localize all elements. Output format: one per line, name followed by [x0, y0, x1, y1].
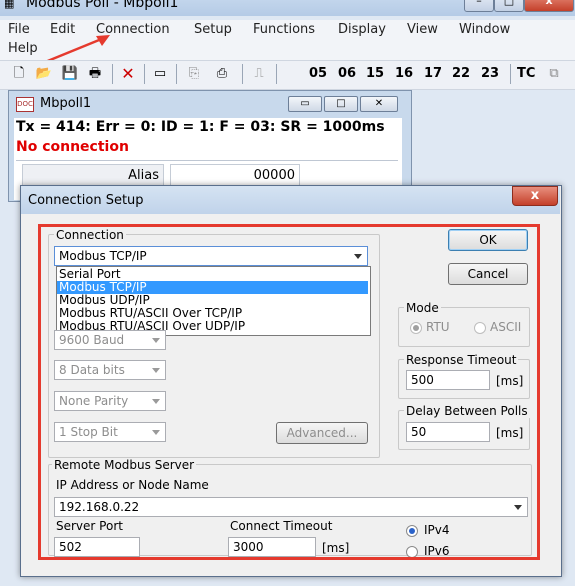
chart-icon[interactable]: ⧉: [544, 64, 564, 84]
func-15-button[interactable]: 15: [366, 64, 384, 84]
child-close-button[interactable]: ✕: [360, 96, 398, 112]
toolbar-separator: [276, 64, 277, 84]
child-minimize-button[interactable]: ▭: [288, 96, 322, 112]
func-06-button[interactable]: 06: [338, 64, 356, 84]
menu-setup[interactable]: Setup: [194, 22, 232, 37]
toolbar-separator: [510, 64, 511, 84]
app-title: Modbus Poll - Mbpoll1: [26, 0, 179, 11]
menu-connection[interactable]: Connection: [96, 22, 170, 37]
func-05-button[interactable]: 05: [309, 64, 327, 84]
app-icon: ▦: [4, 0, 15, 10]
toolbar-separator: [176, 64, 177, 84]
func-22-button[interactable]: 22: [452, 64, 470, 84]
register-value-cell[interactable]: 00000: [170, 164, 300, 186]
func-16-button[interactable]: 16: [395, 64, 413, 84]
maximize-button[interactable]: □: [494, 0, 524, 12]
menu-display[interactable]: Display: [338, 22, 386, 37]
disconnect-icon[interactable]: ⎙: [212, 64, 232, 84]
delete-icon[interactable]: ✕: [118, 64, 138, 84]
highlight-frame: [38, 224, 540, 560]
connect-icon[interactable]: ⎘: [184, 64, 204, 84]
poll-status-line: Tx = 414: Err = 0: ID = 1: F = 03: SR = …: [16, 119, 385, 135]
close-button[interactable]: x: [524, 0, 574, 12]
child-maximize-button[interactable]: □: [324, 96, 358, 112]
menu-help[interactable]: Help: [8, 41, 38, 56]
toolbar-separator: [112, 64, 113, 84]
menu-functions[interactable]: Functions: [253, 22, 315, 37]
mbpoll-window-title: Mbpoll1: [40, 96, 92, 111]
minimize-button[interactable]: –: [464, 0, 494, 12]
new-file-icon[interactable]: 🗋: [10, 64, 28, 84]
tc-button[interactable]: TC: [517, 64, 535, 84]
toolbar-separator: [242, 64, 243, 84]
doc-icon: DOC: [16, 97, 34, 112]
alias-header: Alias: [22, 164, 164, 186]
print-icon[interactable]: 🖶: [84, 64, 106, 84]
no-connection-text: No connection: [16, 139, 129, 155]
menu-file[interactable]: File: [8, 22, 30, 37]
func-17-button[interactable]: 17: [424, 64, 442, 84]
menu-edit[interactable]: Edit: [50, 22, 75, 37]
pulse-icon[interactable]: ⎍: [250, 64, 268, 84]
menu-view[interactable]: View: [407, 22, 438, 37]
dialog-title: Connection Setup: [28, 193, 144, 208]
func-23-button[interactable]: 23: [481, 64, 499, 84]
dialog-close-button[interactable]: x: [512, 186, 558, 206]
menu-window[interactable]: Window: [459, 22, 510, 37]
save-icon[interactable]: 💾: [60, 64, 80, 84]
window-icon[interactable]: ▭: [150, 64, 170, 84]
open-folder-icon[interactable]: 📂: [34, 64, 54, 84]
toolbar-separator: [144, 64, 145, 84]
